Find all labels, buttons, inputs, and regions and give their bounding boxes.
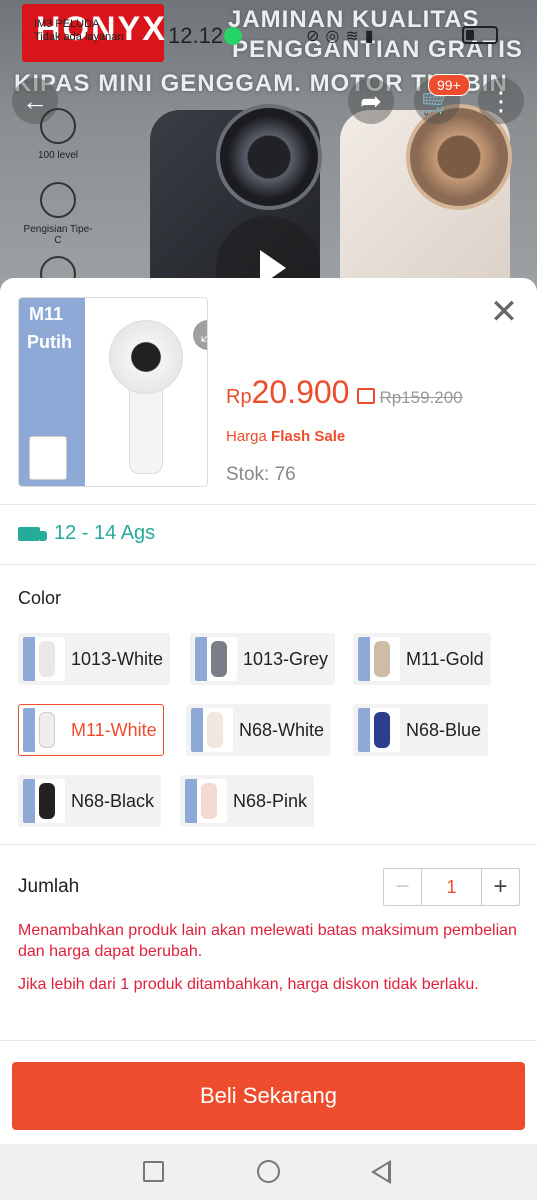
usb-c-icon: [40, 182, 76, 218]
variant-label: 1013-White: [71, 648, 164, 669]
variant-chip-m11-gold[interactable]: M11-Gold: [353, 633, 491, 685]
flash-sale-label: Harga Flash Sale: [226, 428, 345, 445]
variant-chip-m11-white[interactable]: M11-White: [18, 704, 164, 756]
product-thumb-fan: [109, 320, 185, 474]
variant-chip-n68-pink[interactable]: N68-Pink: [180, 775, 315, 827]
variant-thumbnail: [191, 708, 233, 752]
whatsapp-icon: [224, 27, 242, 45]
shipping-estimate: 12 - 14 Ags: [18, 522, 155, 545]
product-banner: HONYX JAMINAN KUALITAS PENGGANTIAN GRATI…: [0, 0, 537, 300]
variant-chip-n68-blue[interactable]: N68-Blue: [353, 704, 489, 756]
system-navigation-bar: [0, 1144, 537, 1200]
variant-thumbnail: [185, 779, 227, 823]
feature-typec-charging: Pengisian Tipe-C: [20, 182, 96, 246]
variant-chip-n68-white[interactable]: N68-White: [186, 704, 332, 756]
discount-tag-icon: [357, 388, 376, 404]
variant-thumbnail: [23, 637, 65, 681]
battery-icon: [462, 26, 498, 44]
decrease-quantity-button[interactable]: −: [384, 869, 422, 905]
variant-label: N68-Blue: [406, 719, 482, 740]
color-section-heading: Color: [18, 588, 62, 608]
variant-thumbnail: [23, 779, 65, 823]
share-button[interactable]: ➦: [348, 78, 394, 124]
variant-label: N68-White: [239, 719, 325, 740]
variant-thumbnail: [195, 637, 237, 681]
wind-icon: [40, 108, 76, 144]
quantity-value[interactable]: 1: [422, 869, 481, 905]
variant-label: M11-Gold: [406, 648, 484, 669]
expand-icon[interactable]: ⤢: [193, 320, 207, 350]
status-clock: 12.12: [168, 23, 224, 48]
variant-label: N68-Black: [71, 790, 155, 811]
variant-chip-n68-black[interactable]: N68-Black: [18, 775, 162, 827]
carrier-info: IM3 PELUDA Tidak ada layanan: [34, 18, 124, 44]
carrier-name: IM3 PELUDA: [34, 18, 100, 30]
divider: [0, 504, 537, 505]
flash-prefix: Harga: [226, 428, 267, 445]
increase-quantity-button[interactable]: +: [481, 869, 519, 905]
variant-label: 1013-Grey: [243, 648, 329, 669]
feature-label: Pengisian Tipe-C: [23, 224, 93, 246]
buy-now-button[interactable]: Beli Sekarang: [12, 1062, 525, 1130]
variant-thumbnail: [358, 708, 400, 752]
close-icon[interactable]: ✕: [488, 295, 520, 329]
feature-label: 100 level: [37, 150, 79, 161]
shipping-date: 12 - 14 Ags: [54, 522, 156, 544]
thumb-color-label: Putih: [27, 332, 72, 352]
flash-sale-text: Flash Sale: [271, 428, 346, 445]
selected-variant-thumbnail[interactable]: M11 Putih ⤢: [18, 297, 208, 487]
flash-price: 20.900: [251, 374, 350, 410]
product-image-light-fan: [340, 104, 512, 300]
variant-thumbnail: [23, 708, 65, 752]
variant-bottom-sheet: M11 Putih ⤢ ✕ Rp 20.900 Rp159.200 Harga …: [0, 278, 537, 1144]
divider: [0, 844, 537, 845]
price-row: Rp 20.900 Rp159.200: [226, 374, 463, 411]
carrier-status: Tidak ada layanan: [34, 31, 124, 43]
divider: [0, 1040, 537, 1041]
feature-speed-levels: 100 level: [20, 108, 96, 161]
quantity-label: Jumlah: [18, 876, 80, 897]
variant-chip-1013-white[interactable]: 1013-White: [18, 633, 171, 685]
divider: [0, 564, 537, 565]
price-currency: Rp: [226, 386, 252, 408]
original-price: Rp159.200: [379, 388, 463, 407]
more-vertical-icon: ⋮: [488, 85, 514, 116]
truck-icon: [18, 526, 47, 541]
system-back-icon[interactable]: [371, 1160, 391, 1184]
thumb-model-label: M11: [29, 304, 64, 324]
variant-thumbnail: [358, 637, 400, 681]
status-bar: IM3 PELUDA Tidak ada layanan 12.12 ⊘◎≋▮: [0, 14, 537, 54]
stock-count: Stok: 76: [226, 464, 296, 485]
more-options-button[interactable]: ⋮: [478, 78, 524, 124]
recent-apps-icon[interactable]: [143, 1161, 164, 1182]
quantity-stepper: − 1 +: [383, 868, 520, 906]
variant-label: M11-White: [71, 719, 157, 740]
variant-chip-1013-grey[interactable]: 1013-Grey: [190, 633, 336, 685]
home-icon[interactable]: [257, 1160, 280, 1183]
discount-warning: Jika lebih dari 1 produk ditambahkan, ha…: [18, 976, 479, 993]
purchase-limit-warning: Menambahkan produk lain akan melewati ba…: [18, 922, 517, 960]
system-status-icons: ⊘◎≋▮: [306, 28, 380, 45]
cart-count-badge: 99+: [428, 74, 470, 96]
share-icon: ➦: [360, 85, 382, 116]
variant-label: N68-Pink: [233, 790, 308, 811]
package-image: [29, 436, 67, 480]
